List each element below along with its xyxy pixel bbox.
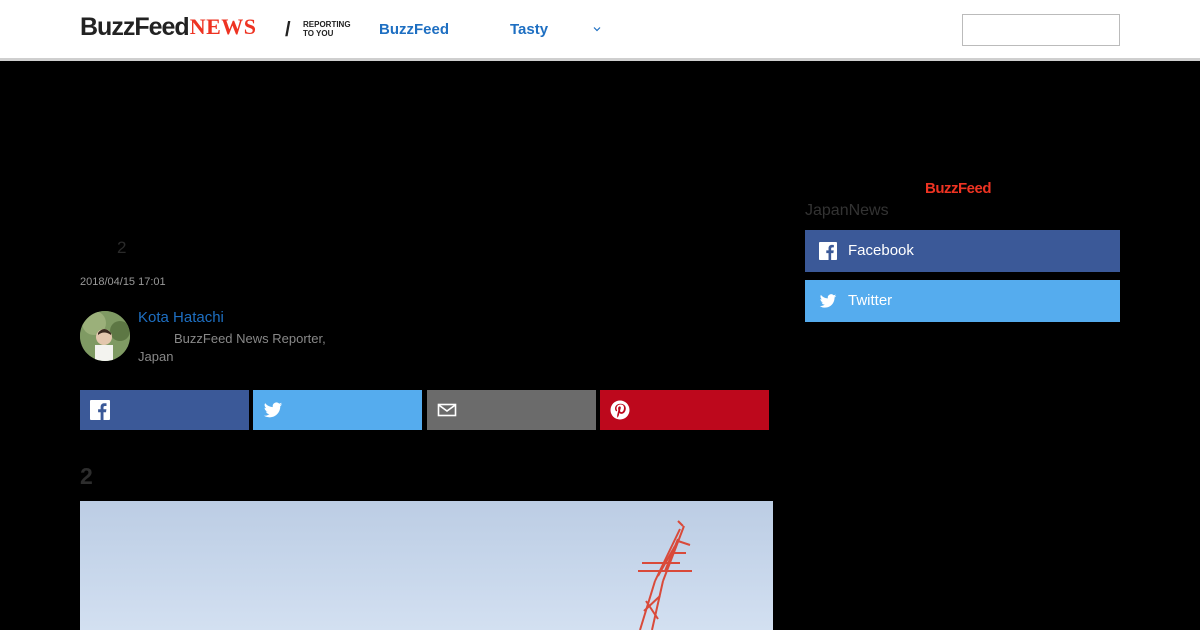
logo-buzzfeed-text: BuzzFeed xyxy=(80,13,190,41)
logo-tagline: REPORTING TO YOU xyxy=(303,20,351,38)
follow-twitter-label: Twitter xyxy=(848,292,893,309)
follow-twitter-button[interactable]: Twitter xyxy=(805,280,1120,322)
chevron-down-icon[interactable] xyxy=(593,25,601,33)
author-avatar[interactable] xyxy=(80,311,130,361)
share-twitter-button[interactable] xyxy=(253,390,422,430)
site-header: BuzzFeed NEWS / REPORTING TO YOU BuzzFee… xyxy=(0,0,1200,61)
section-heading: 2 xyxy=(80,463,93,489)
article-photo xyxy=(80,501,773,630)
buzzfeed-news-logo[interactable]: BuzzFeed NEWS / REPORTING TO YOU xyxy=(80,13,351,41)
nav-tasty-link[interactable]: Tasty xyxy=(510,21,548,38)
search-input[interactable] xyxy=(962,14,1120,46)
logo-news-text: NEWS xyxy=(189,14,257,39)
sidebar-buzzfeed-logo: BuzzFeed xyxy=(925,180,992,197)
follow-facebook-label: Facebook xyxy=(848,242,914,259)
pinterest-icon xyxy=(610,400,630,420)
facebook-icon xyxy=(819,242,837,260)
mail-icon xyxy=(437,403,457,417)
publish-date: 2018/04/15 17:01 xyxy=(80,276,166,288)
headline-fragment: 2 xyxy=(117,238,127,257)
twitter-icon xyxy=(819,294,837,308)
twitter-icon xyxy=(263,402,283,418)
author-name[interactable]: Kota Hatachi xyxy=(138,309,224,326)
sidebar-title: JapanNews xyxy=(805,202,889,219)
author-role: BuzzFeed News Reporter, Japan xyxy=(138,331,326,364)
follow-facebook-button[interactable]: Facebook xyxy=(805,230,1120,272)
share-email-button[interactable] xyxy=(427,390,596,430)
logo-slash: / xyxy=(285,19,291,41)
share-facebook-button[interactable] xyxy=(80,390,249,430)
facebook-icon xyxy=(90,400,110,420)
crane-illustration xyxy=(638,520,692,630)
nav-buzzfeed-link[interactable]: BuzzFeed xyxy=(379,21,449,38)
share-pinterest-button[interactable] xyxy=(600,390,769,430)
